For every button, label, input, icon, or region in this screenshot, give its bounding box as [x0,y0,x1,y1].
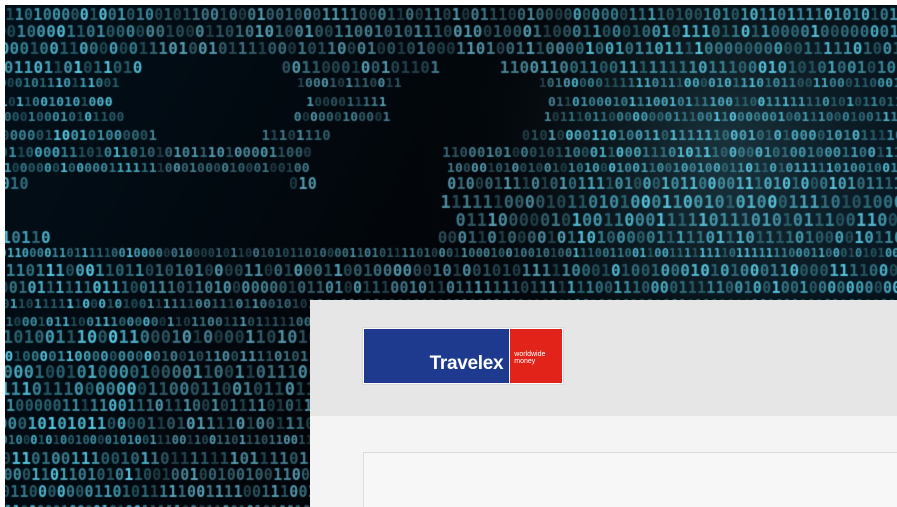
website-window: Travelex worldwide money [310,300,897,507]
travelex-logo[interactable]: Travelex worldwide money [363,328,563,384]
logo-blue-block: Travelex [364,329,510,383]
content-panel [363,452,897,507]
logo-tagline: worldwide money [514,351,546,365]
logo-red-block: worldwide money [510,329,562,383]
site-header: Travelex worldwide money [310,300,897,416]
logo-wordmark: Travelex [429,353,504,374]
